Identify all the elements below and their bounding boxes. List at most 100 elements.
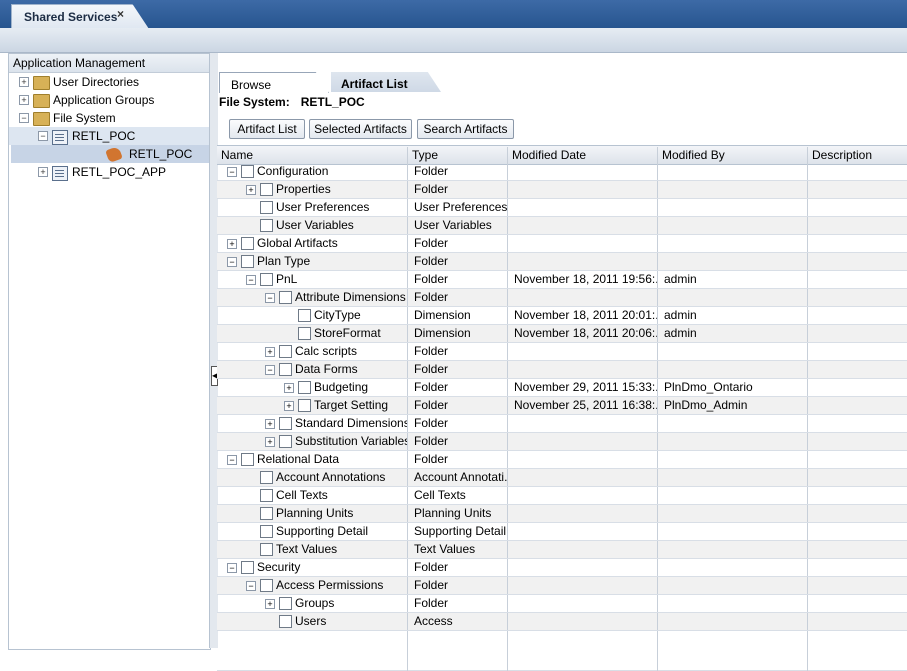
- expand-icon[interactable]: +: [19, 77, 29, 87]
- row-checkbox[interactable]: [241, 165, 254, 178]
- column-header-description[interactable]: Description: [808, 147, 907, 164]
- cell-modified-by: [658, 451, 808, 468]
- table-row[interactable]: + Standard Dimensions Folder: [217, 415, 907, 433]
- collapse-icon[interactable]: −: [246, 275, 256, 285]
- table-row[interactable]: CityType Dimension November 18, 2011 20:01…: [217, 307, 907, 325]
- table-row[interactable]: − Configuration Folder: [217, 163, 907, 181]
- row-name-label: Global Artifacts: [257, 236, 338, 250]
- search-artifacts-button[interactable]: Search Artifacts: [417, 119, 514, 139]
- table-row[interactable]: − Attribute Dimensions Folder: [217, 289, 907, 307]
- row-checkbox[interactable]: [279, 345, 292, 358]
- tree-node[interactable]: − File System: [9, 109, 209, 127]
- row-checkbox[interactable]: [260, 543, 273, 556]
- tab-artifact-list[interactable]: Artifact List: [331, 72, 441, 92]
- column-header-modified-date[interactable]: Modified Date: [508, 147, 658, 164]
- expand-icon[interactable]: +: [265, 437, 275, 447]
- table-row[interactable]: Planning Units Planning Units: [217, 505, 907, 523]
- row-checkbox[interactable]: [260, 489, 273, 502]
- row-checkbox[interactable]: [279, 615, 292, 628]
- table-row[interactable]: + Groups Folder: [217, 595, 907, 613]
- collapse-icon[interactable]: −: [265, 365, 275, 375]
- table-row[interactable]: − PnL Folder November 18, 2011 19:56:... adm…: [217, 271, 907, 289]
- table-row[interactable]: + Calc scripts Folder: [217, 343, 907, 361]
- table-row[interactable]: Text Values Text Values: [217, 541, 907, 559]
- cell-modified-by: [658, 487, 808, 504]
- row-checkbox[interactable]: [260, 201, 273, 214]
- row-checkbox[interactable]: [279, 291, 292, 304]
- row-checkbox[interactable]: [279, 363, 292, 376]
- table-row[interactable]: User Preferences User Preferences: [217, 199, 907, 217]
- row-checkbox[interactable]: [279, 417, 292, 430]
- expand-icon[interactable]: +: [265, 347, 275, 357]
- tree-node[interactable]: + Application Groups: [9, 91, 209, 109]
- collapse-icon[interactable]: −: [227, 167, 237, 177]
- table-row[interactable]: Cell Texts Cell Texts: [217, 487, 907, 505]
- tab-shared-services[interactable]: Shared Services ×: [11, 4, 149, 29]
- cell-modified-date: [508, 343, 658, 360]
- row-checkbox[interactable]: [241, 453, 254, 466]
- expand-icon[interactable]: +: [284, 401, 294, 411]
- table-row[interactable]: Account Annotations Account Annotati...: [217, 469, 907, 487]
- row-checkbox[interactable]: [260, 525, 273, 538]
- collapse-icon[interactable]: −: [265, 293, 275, 303]
- expand-icon[interactable]: +: [19, 95, 29, 105]
- cell-description: [808, 325, 907, 342]
- cell-name: Users: [217, 613, 408, 630]
- tree-node[interactable]: + User Directories: [9, 73, 209, 91]
- tree-node[interactable]: RETL_POC: [11, 145, 209, 164]
- table-row[interactable]: − Plan Type Folder: [217, 253, 907, 271]
- row-checkbox[interactable]: [298, 381, 311, 394]
- table-row[interactable]: StoreFormat Dimension November 18, 2011 20…: [217, 325, 907, 343]
- row-checkbox[interactable]: [298, 309, 311, 322]
- row-checkbox[interactable]: [260, 471, 273, 484]
- table-row[interactable]: + Global Artifacts Folder: [217, 235, 907, 253]
- table-row[interactable]: − Access Permissions Folder: [217, 577, 907, 595]
- table-row[interactable]: + Budgeting Folder November 29, 2011 15:33:…: [217, 379, 907, 397]
- column-header-modified-by[interactable]: Modified By: [658, 147, 808, 164]
- table-row[interactable]: − Relational Data Folder: [217, 451, 907, 469]
- tree-node[interactable]: − RETL_POC: [9, 127, 209, 145]
- expand-icon[interactable]: +: [265, 419, 275, 429]
- cell-type: Folder: [408, 343, 508, 360]
- collapse-icon[interactable]: −: [227, 455, 237, 465]
- empty-cell: [508, 631, 658, 671]
- row-checkbox[interactable]: [260, 273, 273, 286]
- table-row[interactable]: Supporting Detail Supporting Detail: [217, 523, 907, 541]
- collapse-icon[interactable]: −: [227, 257, 237, 267]
- row-checkbox[interactable]: [298, 327, 311, 340]
- expand-icon[interactable]: +: [284, 383, 294, 393]
- close-tab-icon[interactable]: ×: [117, 7, 124, 21]
- artifact-list-button[interactable]: Artifact List: [229, 119, 305, 139]
- row-checkbox[interactable]: [260, 507, 273, 520]
- column-header-name[interactable]: Name: [217, 147, 408, 164]
- collapse-icon[interactable]: −: [246, 581, 256, 591]
- table-row[interactable]: + Substitution Variables Folder: [217, 433, 907, 451]
- expand-icon[interactable]: +: [227, 239, 237, 249]
- row-checkbox[interactable]: [298, 399, 311, 412]
- column-header-type[interactable]: Type: [408, 147, 508, 164]
- collapse-icon[interactable]: −: [19, 113, 29, 123]
- expand-icon[interactable]: +: [38, 167, 48, 177]
- row-checkbox[interactable]: [279, 597, 292, 610]
- row-checkbox[interactable]: [260, 183, 273, 196]
- row-name-label: PnL: [276, 272, 298, 286]
- collapse-icon[interactable]: −: [227, 563, 237, 573]
- expand-icon[interactable]: +: [246, 185, 256, 195]
- table-row[interactable]: User Variables User Variables: [217, 217, 907, 235]
- tab-browse[interactable]: Browse: [219, 72, 329, 93]
- tree-node[interactable]: + RETL_POC_APP: [9, 163, 209, 181]
- row-checkbox[interactable]: [260, 219, 273, 232]
- row-checkbox[interactable]: [241, 237, 254, 250]
- selected-artifacts-button[interactable]: Selected Artifacts: [309, 119, 412, 139]
- collapse-icon[interactable]: −: [38, 131, 48, 141]
- row-checkbox[interactable]: [241, 561, 254, 574]
- table-row[interactable]: + Target Setting Folder November 25, 2011 1…: [217, 397, 907, 415]
- table-row[interactable]: Users Access: [217, 613, 907, 631]
- table-row[interactable]: + Properties Folder: [217, 181, 907, 199]
- expand-icon[interactable]: +: [265, 599, 275, 609]
- table-row[interactable]: − Data Forms Folder: [217, 361, 907, 379]
- row-checkbox[interactable]: [260, 579, 273, 592]
- table-row[interactable]: − Security Folder: [217, 559, 907, 577]
- row-checkbox[interactable]: [241, 255, 254, 268]
- row-checkbox[interactable]: [279, 435, 292, 448]
